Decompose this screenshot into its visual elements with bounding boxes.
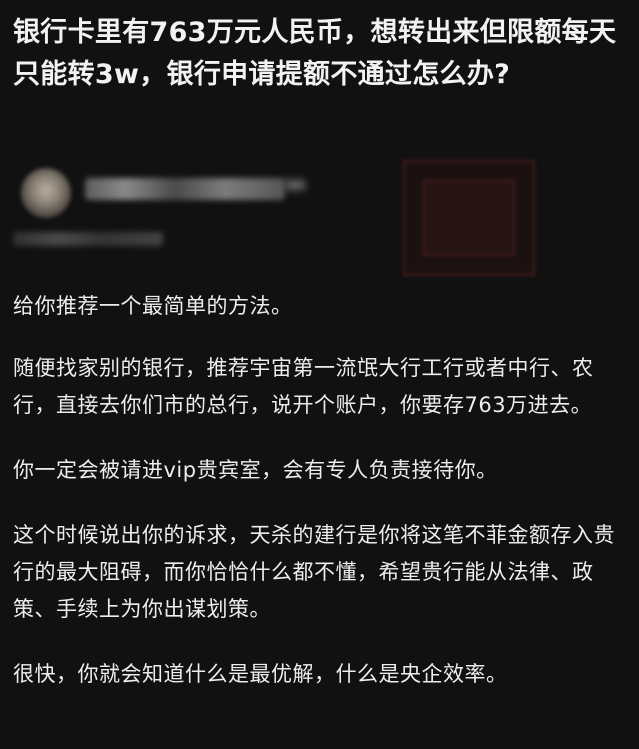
author-bio: ███████ <box>13 232 163 246</box>
question-title: 银行卡里有763万元人民币，想转出来但限额每天只能转3w，银行申请提额不通过怎么… <box>13 17 617 90</box>
answer-paragraph: 随便找家别的银行，推荐宇宙第一流氓大行工行或者中行、农行，直接去你们市的总行，说… <box>13 356 594 417</box>
answer-paragraph: 很快，你就会知道什么是最优解，什么是央企效率。 <box>13 662 508 686</box>
answer-paragraph: 给你推荐一个最简单的方法。 <box>13 294 293 318</box>
watermark-stamp-inner <box>423 180 515 256</box>
author-name[interactable]: ██████████ <box>85 178 285 200</box>
watermark-stamp-icon <box>403 160 535 276</box>
answer-paragraph: 你一定会被请进vip贵宾室，会有专人负责接待你。 <box>13 458 498 482</box>
author-header: ██████████ ███████ <box>13 160 635 280</box>
answer-paragraph: 这个时候说出你的诉求，天杀的建行是你将这笔不菲金额存入贵行的最大阻碍，而你恰恰什… <box>13 523 615 621</box>
answer-content: 给你推荐一个最简单的方法。 随便找家别的银行，推荐宇宙第一流氓大行工行或者中行、… <box>13 288 631 721</box>
avatar[interactable] <box>21 168 71 218</box>
author-badge-icon <box>285 180 305 190</box>
